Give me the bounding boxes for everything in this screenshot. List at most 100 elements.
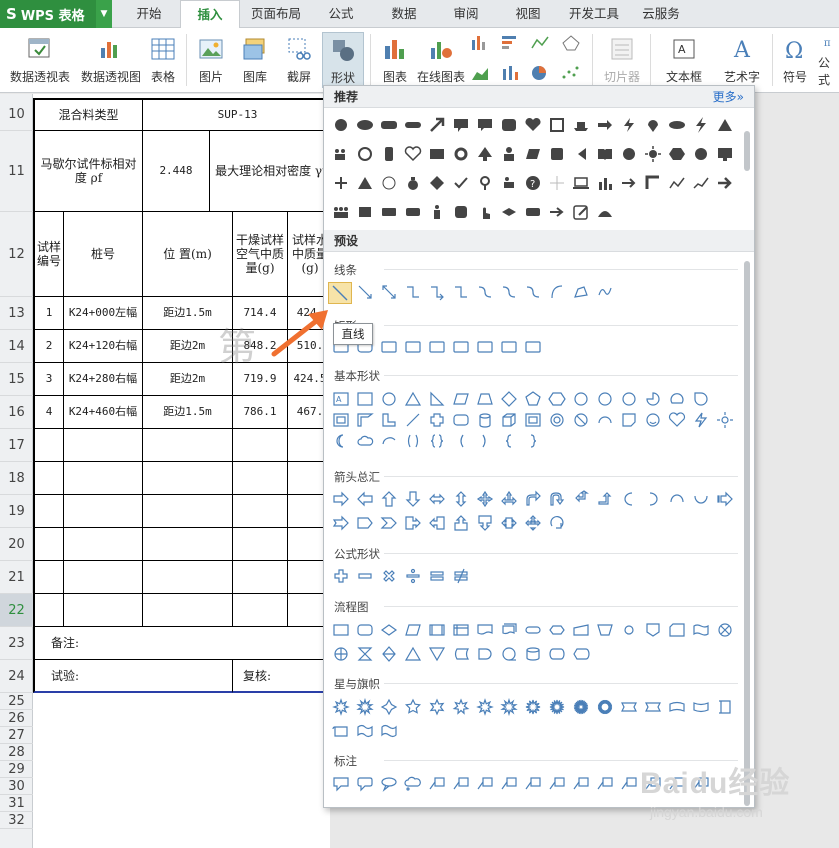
cloud-shape-icon[interactable] [356,432,374,450]
scribble-icon[interactable] [596,283,614,301]
empty-cell[interactable] [143,561,233,594]
flow-internal-storage-icon[interactable] [452,621,470,639]
tab-insert[interactable]: 插入 [180,0,240,29]
parallelogram-shape-icon[interactable] [452,390,470,408]
left-brace-icon[interactable] [500,432,518,450]
col-position-header[interactable]: 位 置(m) [143,212,233,297]
lens-icon[interactable] [500,203,518,221]
left-bracket-icon[interactable] [452,432,470,450]
empty-cell[interactable] [64,429,143,462]
left-arrow-callout-icon[interactable] [428,514,446,532]
empty-cell[interactable] [143,495,233,528]
scroll-horizontal-icon[interactable] [332,722,350,740]
long-arrow-icon[interactable] [620,174,638,192]
flow-delay-icon[interactable] [476,645,494,663]
line-callout1-icon[interactable] [428,775,446,793]
up-arrow-callout-icon[interactable] [452,514,470,532]
person-stand-icon[interactable] [428,203,446,221]
money-bag-icon[interactable] [404,174,422,192]
empty-cell[interactable] [64,561,143,594]
empty-cell[interactable] [33,429,64,462]
ship-icon[interactable] [572,116,590,134]
stock-chart-icon[interactable] [500,64,522,82]
up-arrow-icon[interactable] [476,145,494,163]
flow-alternate-icon[interactable] [356,621,374,639]
oval-shape-icon[interactable] [380,390,398,408]
chart-button[interactable]: 图表 [376,32,414,88]
flow-process-icon[interactable] [332,621,350,639]
row-header-31[interactable]: 31 [0,795,33,812]
map-pin-icon[interactable] [644,116,662,134]
curved-double-arrow-icon[interactable] [524,283,542,301]
wave-arrow-icon[interactable] [668,174,686,192]
triangle2-icon[interactable] [356,174,374,192]
right-bracket-icon[interactable] [476,432,494,450]
left-right-up-arrow-icon[interactable] [500,490,518,508]
ellipse-icon[interactable] [668,116,686,134]
ring-icon[interactable] [452,145,470,163]
chevron-down-icon[interactable]: ▼ [96,0,112,28]
down-arrow-callout-icon[interactable] [476,514,494,532]
double-wave-icon[interactable] [380,722,398,740]
star8-icon[interactable] [476,698,494,716]
test-sign-cell[interactable]: 试验: [33,660,233,693]
line-chart-icon[interactable] [530,34,552,52]
flow-merge-icon[interactable] [428,645,446,663]
empty-cell[interactable] [64,495,143,528]
accent-callout2-icon[interactable] [548,775,566,793]
flow-decision-icon[interactable] [380,621,398,639]
round-snip-rect-icon[interactable] [428,338,446,356]
double-brace-icon[interactable] [428,432,446,450]
column-chart-icon[interactable] [470,34,492,52]
question-icon[interactable]: ? [524,174,542,192]
table-row-4-no[interactable]: 4 [33,396,64,429]
table-row-1-no[interactable]: 1 [33,297,64,330]
empty-cell[interactable] [33,561,64,594]
empty-cell[interactable] [33,462,64,495]
star24-icon[interactable] [572,698,590,716]
empty-cell[interactable] [64,528,143,561]
max-theory-label-cell[interactable]: 最大理论相对密度 γt [210,131,333,212]
freeform-icon[interactable] [572,283,590,301]
circle-outline-icon[interactable] [380,174,398,192]
ribbon-up-icon[interactable] [644,698,662,716]
wave-icon[interactable] [356,722,374,740]
math-plus-icon[interactable] [332,567,350,585]
row-header-18[interactable]: 18 [0,462,33,495]
empty-cell[interactable] [64,594,143,627]
gallery-button[interactable]: 图库 [236,32,274,88]
curved-right-arrow-icon[interactable] [620,490,638,508]
round-box-icon[interactable] [452,203,470,221]
flow-terminator-icon[interactable] [524,621,542,639]
lightning-shape-icon[interactable] [692,411,710,429]
pentagon-arrow-icon[interactable] [356,514,374,532]
bolt-icon[interactable] [692,116,710,134]
sun-icon[interactable] [644,145,662,163]
left-right-callout-icon[interactable] [500,514,518,532]
quad-callout-icon[interactable] [524,514,542,532]
row-header-21[interactable]: 21 [0,561,33,594]
mix-type-value-cell[interactable]: SUP-13 [143,98,333,131]
curved-down-arrow-icon[interactable] [692,490,710,508]
oval-callout-icon[interactable] [380,775,398,793]
row-header-10[interactable]: 10 [0,98,33,131]
plain-rect-2-icon[interactable] [452,338,470,356]
flow-card-icon[interactable] [668,621,686,639]
left-bracket-arrow-icon[interactable] [572,145,590,163]
rounded-pill-icon[interactable] [404,203,422,221]
remarks-cell[interactable]: 备注: [33,627,333,660]
row-header-12[interactable]: 12 [0,212,33,297]
empty-cell[interactable] [233,561,288,594]
tab-page-layout[interactable]: 页面布局 [246,0,306,28]
bevel-icon[interactable] [524,411,542,429]
table-row-4-pos[interactable]: 距边1.5m [143,396,233,429]
row-header-16[interactable]: 16 [0,396,33,429]
explosion1-icon[interactable] [332,698,350,716]
flow-offpage-icon[interactable] [644,621,662,639]
empty-cell[interactable] [233,495,288,528]
flow-manual-input-icon[interactable] [572,621,590,639]
curved-up-arrow-icon[interactable] [668,490,686,508]
heart-shape-icon[interactable] [668,411,686,429]
tab-view[interactable]: 视图 [504,0,552,28]
flow-sequential-icon[interactable] [500,645,518,663]
